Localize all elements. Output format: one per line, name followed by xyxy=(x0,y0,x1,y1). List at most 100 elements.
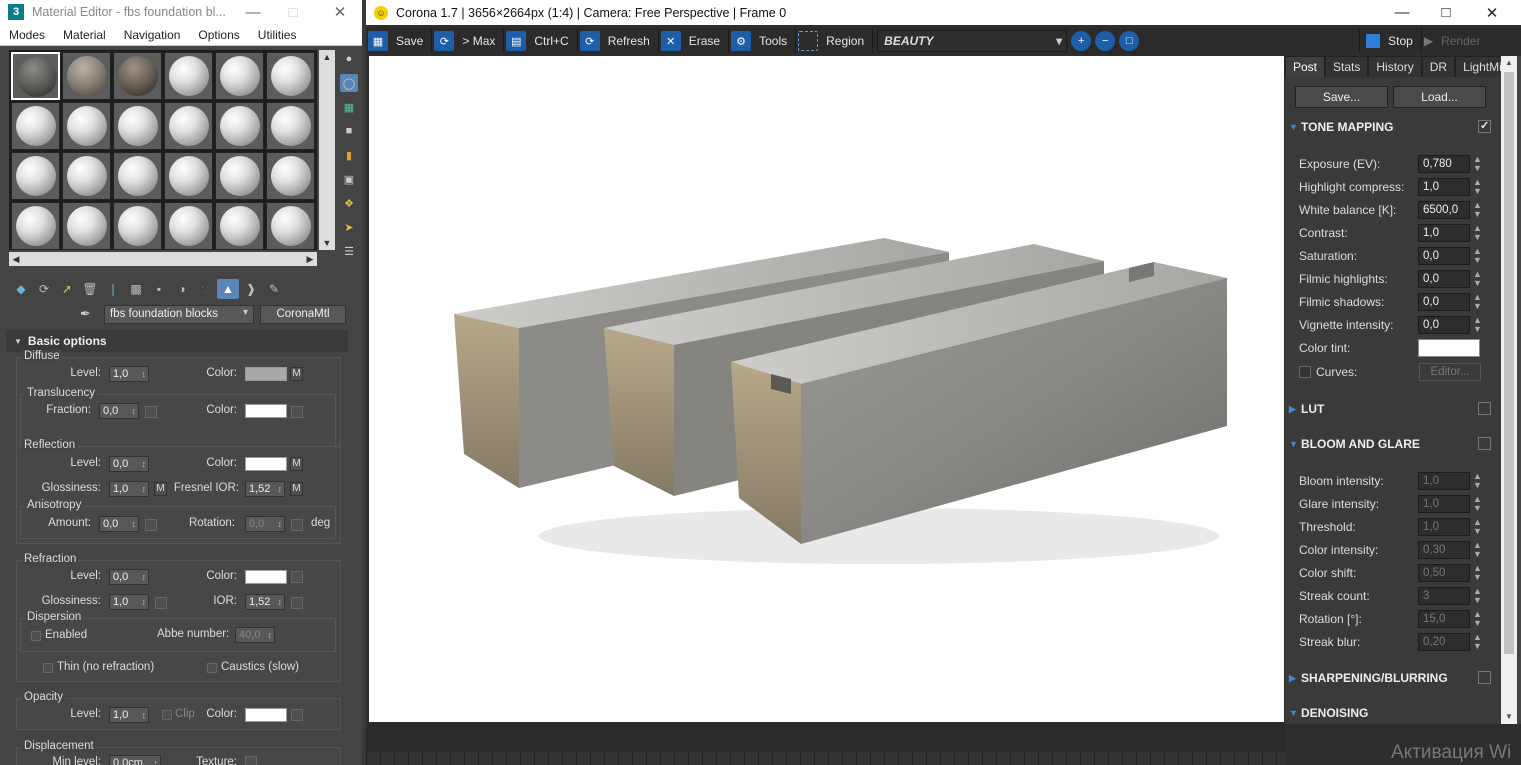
anisotropy-map-slot[interactable] xyxy=(145,519,157,531)
bloom-intensity-spinner[interactable]: 1,0 xyxy=(1418,472,1470,490)
tone-mapping-checkbox[interactable] xyxy=(1478,119,1491,133)
sample-uv-icon[interactable]: ■ xyxy=(340,122,358,140)
threshold-spinner[interactable]: 1,0 xyxy=(1418,518,1470,536)
opacity-color-swatch[interactable] xyxy=(245,708,287,722)
thin-checkbox[interactable] xyxy=(43,663,53,673)
white-balance-spinner[interactable]: 6500,0 xyxy=(1418,201,1470,219)
vignette-spinner[interactable]: 0,0 xyxy=(1418,316,1470,334)
scroll-up-icon[interactable]: ▲ xyxy=(1501,56,1517,70)
diffuse-color-swatch[interactable] xyxy=(245,367,287,381)
material-slot[interactable] xyxy=(164,152,213,200)
opacity-level-spinner[interactable]: 1,0 xyxy=(109,707,149,723)
bloom-glare-checkbox[interactable] xyxy=(1478,437,1491,450)
material-slot[interactable] xyxy=(215,102,264,150)
material-navigator-icon[interactable]: ☰ xyxy=(340,242,358,260)
copy-button[interactable]: ▤ Ctrl+C xyxy=(504,29,578,53)
make-unique-icon[interactable]: ❘ xyxy=(102,279,124,299)
pick-material-icon[interactable]: ✎ xyxy=(263,279,285,299)
material-type-button[interactable]: CoronaMtl xyxy=(260,304,346,324)
refraction-ior-spinner[interactable]: 1,52 xyxy=(245,594,285,610)
material-slot[interactable] xyxy=(11,152,60,200)
get-material-icon[interactable]: ◆ xyxy=(10,279,32,299)
material-slot[interactable] xyxy=(266,102,315,150)
fresnel-ior-spinner[interactable]: 1,52 xyxy=(245,481,285,497)
slots-horizontal-scrollbar[interactable]: ◀ ▶ xyxy=(9,252,317,266)
zoom-out-icon[interactable]: − xyxy=(1095,31,1116,51)
scroll-down-icon[interactable]: ▼ xyxy=(1501,710,1517,724)
select-by-material-icon[interactable]: ➤ xyxy=(340,218,358,236)
scroll-right-icon[interactable]: ▶ xyxy=(303,252,317,266)
options-icon[interactable]: ❖ xyxy=(340,194,358,212)
filmic-shadows-spinner[interactable]: 0,0 xyxy=(1418,293,1470,311)
spinner-arrows-icon[interactable]: ▲ ▼ xyxy=(1473,518,1482,536)
close-icon[interactable]: ✕ xyxy=(320,0,360,24)
caustics-checkbox[interactable] xyxy=(207,663,217,673)
lut-checkbox[interactable] xyxy=(1478,402,1491,415)
material-slot[interactable] xyxy=(113,152,162,200)
spinner-arrows-icon[interactable]: ▲ ▼ xyxy=(1473,201,1482,219)
material-name-dropdown[interactable]: fbs foundation blocks xyxy=(104,304,254,324)
material-slot[interactable] xyxy=(164,52,213,100)
spinner-arrows-icon[interactable]: ▲ ▼ xyxy=(1473,270,1482,288)
clip-checkbox[interactable] xyxy=(162,710,172,720)
make-preview-icon[interactable]: ▣ xyxy=(340,170,358,188)
opacity-map-slot[interactable] xyxy=(291,709,303,721)
render-viewport[interactable] xyxy=(369,56,1284,722)
spinner-arrows-icon[interactable]: ▲ ▼ xyxy=(1473,495,1482,513)
curves-checkbox[interactable] xyxy=(1299,366,1311,378)
scroll-left-icon[interactable]: ◀ xyxy=(9,252,23,266)
refraction-glossiness-spinner[interactable]: 1,0 xyxy=(109,594,149,610)
eyedropper-icon[interactable]: ✒ xyxy=(80,306,104,322)
spinner-arrows-icon[interactable]: ▲ ▼ xyxy=(1473,564,1482,582)
show-end-result-icon[interactable]: ◾ xyxy=(194,279,216,299)
rotation-map-slot[interactable] xyxy=(291,519,303,531)
material-slot[interactable] xyxy=(215,152,264,200)
reflection-level-spinner[interactable]: 0,0 xyxy=(109,456,149,472)
diffuse-map-button[interactable]: M xyxy=(290,367,303,381)
backlight-icon[interactable]: ◯ xyxy=(340,74,358,92)
streak-blur-spinner[interactable]: 0,20 xyxy=(1418,633,1470,651)
material-slot[interactable] xyxy=(113,52,162,100)
anisotropy-amount-spinner[interactable]: 0,0 xyxy=(99,516,139,532)
put-to-library-icon[interactable]: ▩ xyxy=(125,279,147,299)
spinner-arrows-icon[interactable]: ▲ ▼ xyxy=(1473,224,1482,242)
spinner-arrows-icon[interactable]: ▲ ▼ xyxy=(1473,472,1482,490)
material-slot[interactable] xyxy=(164,102,213,150)
anisotropy-rotation-spinner[interactable]: 0,0 xyxy=(245,516,285,532)
spinner-arrows-icon[interactable]: ▲ ▼ xyxy=(1473,293,1482,311)
sample-type-icon[interactable]: ● xyxy=(340,50,358,68)
material-slot[interactable] xyxy=(266,52,315,100)
ior-map-slot[interactable] xyxy=(291,597,303,609)
refresh-button[interactable]: ⟳ Refresh xyxy=(578,29,659,53)
spinner-arrows-icon[interactable]: ▲ ▼ xyxy=(1473,610,1482,628)
color-shift-spinner[interactable]: 0,50 xyxy=(1418,564,1470,582)
minimize-icon[interactable]: — xyxy=(1380,0,1424,25)
material-slot[interactable] xyxy=(11,102,60,150)
highlight-compress-spinner[interactable]: 1,0 xyxy=(1418,178,1470,196)
tab-post[interactable]: Post xyxy=(1285,56,1326,77)
save-settings-button[interactable]: Save... xyxy=(1295,86,1388,108)
rotation-spinner[interactable]: 15,0 xyxy=(1418,610,1470,628)
material-slot[interactable] xyxy=(164,202,213,250)
material-slot[interactable] xyxy=(215,52,264,100)
menu-navigation[interactable]: Navigation xyxy=(115,28,190,42)
refraction-gloss-map-slot[interactable] xyxy=(155,597,167,609)
translucency-color-map-slot[interactable] xyxy=(291,406,303,418)
region-button[interactable]: Region xyxy=(796,29,874,53)
spinner-arrows-icon[interactable]: ▲ ▼ xyxy=(1473,247,1482,265)
translucency-map-slot[interactable] xyxy=(145,406,157,418)
sharpening-header[interactable]: ▶ SHARPENING/BLURRING xyxy=(1289,667,1495,689)
spinner-arrows-icon[interactable]: ▲ ▼ xyxy=(1473,541,1482,559)
spinner-arrows-icon[interactable]: ▲ ▼ xyxy=(1473,155,1482,173)
translucency-fraction-spinner[interactable]: 0,0 xyxy=(99,403,139,419)
denoising-header[interactable]: ▼ DENOISING xyxy=(1289,702,1495,724)
bloom-glare-header[interactable]: ▼ BLOOM AND GLARE xyxy=(1289,433,1495,455)
refraction-level-spinner[interactable]: 0,0 xyxy=(109,569,149,585)
render-button[interactable]: ▶ Render xyxy=(1422,29,1489,53)
material-slot[interactable] xyxy=(215,202,264,250)
maximize-icon[interactable]: □ xyxy=(273,0,313,24)
basic-options-rollout-header[interactable]: ▼ Basic options xyxy=(6,330,348,352)
tab-history[interactable]: History xyxy=(1368,56,1422,77)
reset-map-icon[interactable]: 🗑 xyxy=(79,279,101,299)
scroll-up-icon[interactable]: ▲ xyxy=(319,50,335,64)
